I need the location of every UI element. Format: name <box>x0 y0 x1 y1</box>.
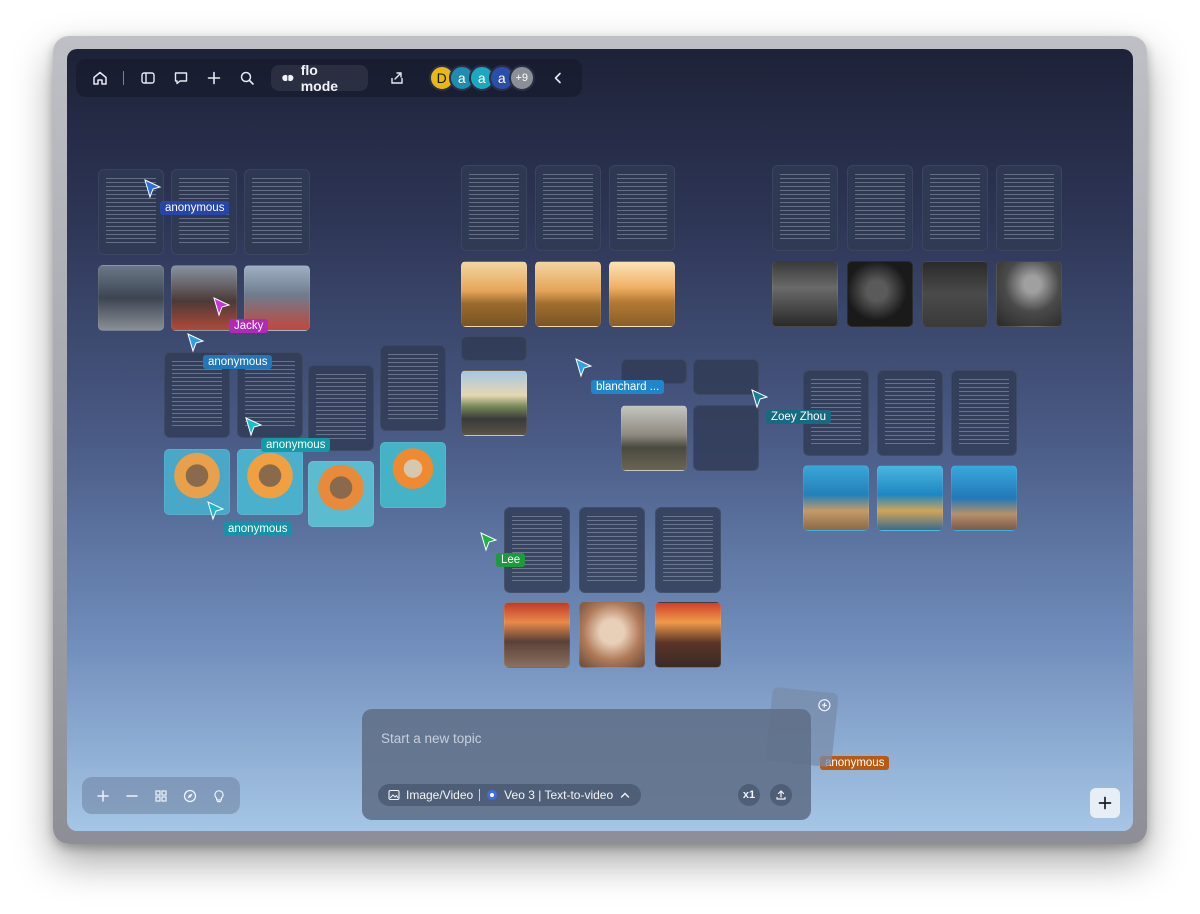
collaborator-avatars[interactable]: D a a a +9 <box>428 65 535 91</box>
settings-divider <box>479 789 481 801</box>
canvas[interactable]: flo mode D a a a +9 anonymous Jacky anon… <box>67 49 1133 831</box>
compass-icon[interactable] <box>183 789 197 803</box>
prompt-card[interactable] <box>535 165 601 251</box>
home-icon[interactable] <box>84 62 115 94</box>
generated-image[interactable] <box>951 465 1017 531</box>
zoom-in-icon[interactable] <box>96 789 110 803</box>
prompt-input[interactable]: Start a new topic <box>381 731 482 746</box>
upload-icon[interactable] <box>770 784 792 806</box>
prompt-card[interactable] <box>609 165 675 251</box>
generated-image[interactable] <box>655 602 721 668</box>
prompt-card[interactable] <box>380 345 446 431</box>
prompt-card[interactable] <box>244 169 310 255</box>
generated-image[interactable] <box>579 602 645 668</box>
prompt-card[interactable] <box>693 405 759 471</box>
prompt-card[interactable] <box>847 165 913 251</box>
collaborator-label: Jacky <box>229 319 269 333</box>
prompt-card[interactable] <box>951 370 1017 456</box>
generated-image[interactable] <box>922 261 988 327</box>
chevron-left-icon[interactable] <box>543 62 574 94</box>
output-count-button[interactable]: x1 <box>738 784 760 806</box>
top-toolbar: flo mode D a a a +9 <box>76 59 582 97</box>
image-icon <box>388 789 400 801</box>
prompt-card[interactable] <box>996 165 1062 251</box>
prompt-card[interactable] <box>579 507 645 593</box>
lightbulb-icon[interactable] <box>212 789 226 803</box>
more-collaborators-badge[interactable]: +9 <box>508 65 535 91</box>
sidebar-icon[interactable] <box>132 62 163 94</box>
generated-image[interactable] <box>461 261 527 327</box>
prompt-card[interactable] <box>461 165 527 251</box>
generated-image[interactable] <box>308 461 374 527</box>
collaborator-label: Lee <box>496 553 526 567</box>
generated-image[interactable] <box>380 442 446 508</box>
generated-image[interactable] <box>803 465 869 531</box>
prompt-card[interactable] <box>461 336 527 361</box>
chevron-up-icon[interactable] <box>619 789 631 801</box>
prompt-card[interactable] <box>772 165 838 251</box>
plus-icon[interactable] <box>199 62 230 94</box>
add-node-button[interactable] <box>1090 788 1120 818</box>
prompt-card[interactable] <box>504 507 570 593</box>
prompt-card[interactable] <box>877 370 943 456</box>
generated-image[interactable] <box>98 265 164 331</box>
toolbar-divider <box>123 71 125 85</box>
generated-image[interactable] <box>877 465 943 531</box>
share-icon[interactable] <box>382 62 413 94</box>
prompt-composer[interactable]: Start a new topic Image/Video Veo 3 | Te… <box>362 709 811 820</box>
zoom-out-icon[interactable] <box>125 789 139 803</box>
generated-image[interactable] <box>237 449 303 515</box>
prompt-card[interactable] <box>922 165 988 251</box>
media-type-label[interactable]: Image/Video <box>406 788 473 802</box>
plus-icon <box>1098 796 1112 810</box>
generated-image[interactable] <box>461 370 527 436</box>
collaborator-label: anonymous <box>203 355 273 369</box>
chat-icon[interactable] <box>165 62 196 94</box>
collaborator-label: anonymous <box>261 438 331 452</box>
generated-image[interactable] <box>609 261 675 327</box>
prompt-card[interactable] <box>655 507 721 593</box>
model-label[interactable]: Veo 3 | Text-to-video <box>504 788 613 802</box>
grid-icon[interactable] <box>154 789 168 803</box>
generated-image[interactable] <box>996 261 1062 327</box>
search-icon[interactable] <box>232 62 263 94</box>
prompt-card[interactable] <box>693 359 759 395</box>
collaborator-label: anonymous <box>160 201 230 215</box>
generated-image[interactable] <box>621 405 687 471</box>
generated-image[interactable] <box>847 261 913 327</box>
flo-mode-button[interactable]: flo mode <box>271 62 368 94</box>
generated-image[interactable] <box>772 261 838 327</box>
generated-image[interactable] <box>535 261 601 327</box>
collaborator-label: blanchard ... <box>591 380 665 394</box>
brain-icon <box>282 74 294 82</box>
collaborator-label: anonymous <box>223 522 293 536</box>
collaborator-label: Zoey Zhou <box>766 410 831 424</box>
canvas-controls <box>82 777 240 814</box>
add-circle-icon[interactable] <box>817 698 832 713</box>
flo-mode-label: flo mode <box>300 62 339 94</box>
generation-settings[interactable]: Image/Video Veo 3 | Text-to-video <box>378 784 642 806</box>
model-logo-icon <box>487 790 498 800</box>
generated-image[interactable] <box>504 602 570 668</box>
